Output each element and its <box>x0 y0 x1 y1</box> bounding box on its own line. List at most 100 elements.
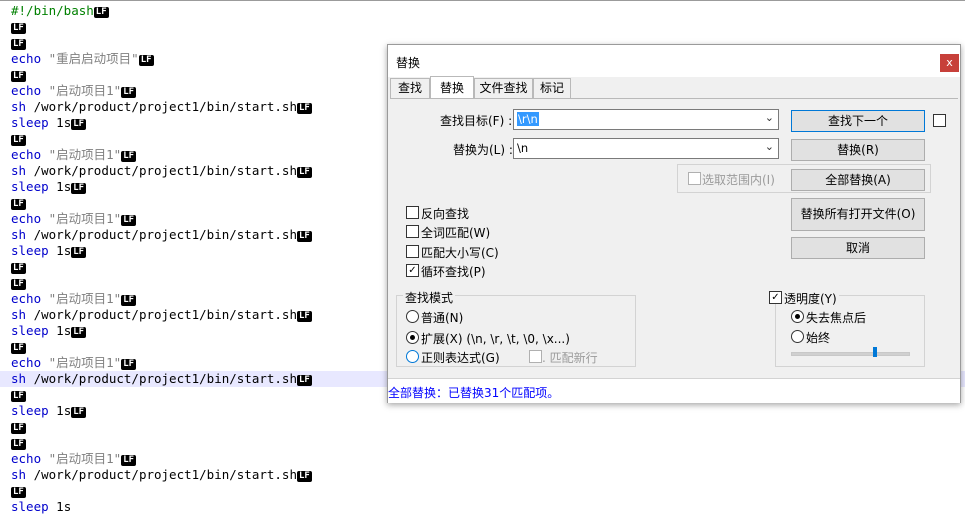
keyword-text: echo <box>11 451 42 466</box>
always-radio[interactable] <box>791 330 804 343</box>
line-feed-marker: LF <box>121 87 137 98</box>
checkmark-icon: ✓ <box>408 265 417 276</box>
line-feed-marker: LF <box>11 23 26 34</box>
editor-line[interactable]: LF <box>0 19 965 35</box>
on-lose-focus-label: 失去焦点后 <box>806 311 867 325</box>
line-feed-marker: LF <box>121 455 137 466</box>
string-text: "启动项目1" <box>41 83 122 98</box>
comment-text: #!/bin/bash <box>11 3 94 18</box>
argument-text: 1s <box>48 499 72 514</box>
keyword-text: echo <box>11 211 42 226</box>
replace-all-open-files-button[interactable]: 替换所有打开文件(O) <box>791 198 925 231</box>
string-text: "启动项目1" <box>41 355 122 370</box>
editor-line[interactable]: LF <box>0 483 965 499</box>
argument-text: /work/product/project1/bin/start.sh <box>26 307 297 322</box>
line-feed-marker: LF <box>297 231 312 242</box>
close-icon: x <box>946 56 953 69</box>
line-feed-marker: LF <box>93 7 109 18</box>
whole-word-checkbox[interactable] <box>406 225 419 238</box>
keyword-text: sh <box>11 371 27 386</box>
tab-find-label: 查找 <box>397 81 422 95</box>
close-button[interactable]: x <box>940 54 959 72</box>
transparency-title: 透明度(Y) <box>782 290 839 307</box>
argument-text: /work/product/project1/bin/start.sh <box>26 371 297 386</box>
match-case-checkbox[interactable] <box>406 245 419 258</box>
argument-text: 1s <box>48 243 72 258</box>
tab-mark[interactable]: 标记 <box>533 78 571 98</box>
line-feed-marker: LF <box>11 439 26 450</box>
line-feed-marker: LF <box>11 199 26 210</box>
status-bar: 全部替换：已替换31个匹配项。 <box>388 378 960 403</box>
extra-checkbox[interactable] <box>933 114 946 127</box>
regex-mode-radio[interactable] <box>406 350 419 363</box>
in-selection-label: 选取范围内(I) <box>702 173 775 187</box>
line-feed-marker: LF <box>138 55 154 66</box>
string-text: "启动项目1" <box>41 147 122 162</box>
cancel-button[interactable]: 取消 <box>791 237 925 259</box>
string-text: "启动项目1" <box>41 211 122 226</box>
find-input-value: \r\n <box>517 112 539 126</box>
replace-input[interactable]: \n ⌄ <box>513 138 779 159</box>
find-input[interactable]: \r\n ⌄ <box>513 109 779 130</box>
reverse-search-checkbox[interactable] <box>406 206 419 219</box>
tab-find[interactable]: 查找 <box>390 78 430 98</box>
line-feed-marker: LF <box>297 375 312 386</box>
find-next-button[interactable]: 查找下一个 <box>791 110 925 132</box>
transparency-checkbox[interactable]: ✓ <box>769 291 782 304</box>
line-feed-marker: LF <box>11 487 26 498</box>
in-selection-checkbox[interactable] <box>688 172 701 185</box>
argument-text: /work/product/project1/bin/start.sh <box>26 99 297 114</box>
dialog-titlebar[interactable]: 替换 x <box>388 45 960 77</box>
search-mode-title: 查找模式 <box>403 289 456 306</box>
tab-replace[interactable]: 替换 <box>430 76 474 99</box>
line-feed-marker: LF <box>121 359 137 370</box>
transparency-slider-thumb[interactable] <box>873 347 877 357</box>
line-feed-marker: LF <box>11 343 26 354</box>
extended-mode-radio[interactable] <box>406 331 419 344</box>
keyword-text: echo <box>11 51 42 66</box>
normal-mode-radio[interactable] <box>406 310 419 323</box>
chevron-down-icon[interactable]: ⌄ <box>765 111 774 124</box>
line-feed-marker: LF <box>71 119 87 130</box>
keyword-text: sleep <box>11 179 49 194</box>
keyword-text: sh <box>11 467 27 482</box>
editor-line[interactable]: sleep 1s <box>0 499 965 515</box>
replace-label: 替换为(L) : <box>453 143 513 157</box>
regex-mode-label: 正则表达式(G) <box>421 351 500 365</box>
always-label: 始终 <box>806 331 831 345</box>
editor-line[interactable]: #!/bin/bash LF <box>0 3 965 19</box>
line-feed-marker: LF <box>11 135 26 146</box>
replace-button[interactable]: 替换(R) <box>791 139 925 161</box>
dialog-title: 替换 <box>396 56 421 70</box>
keyword-text: sleep <box>11 323 49 338</box>
tab-divider <box>390 98 958 99</box>
argument-text: /work/product/project1/bin/start.sh <box>26 163 297 178</box>
keyword-text: sh <box>11 99 27 114</box>
dot-newline-checkbox[interactable] <box>529 350 542 363</box>
keyword-text: echo <box>11 83 42 98</box>
editor-line[interactable]: sleep 1s LF <box>0 403 965 419</box>
argument-text: 1s <box>48 115 72 130</box>
editor-line[interactable]: sh /work/product/project1/bin/start.sh LF <box>0 467 965 483</box>
editor-line[interactable]: LF <box>0 419 965 435</box>
argument-text: /work/product/project1/bin/start.sh <box>26 467 297 482</box>
on-lose-focus-radio[interactable] <box>791 310 804 323</box>
status-text: 全部替换：已替换31个匹配项。 <box>388 386 560 400</box>
keyword-text: echo <box>11 147 42 162</box>
editor-line[interactable]: echo "启动项目1" LF <box>0 451 965 467</box>
tab-find-in-files-label: 文件查找 <box>479 81 528 95</box>
wrap-around-checkbox[interactable]: ✓ <box>406 264 419 277</box>
line-feed-marker: LF <box>11 39 26 50</box>
chevron-down-icon[interactable]: ⌄ <box>765 140 774 153</box>
line-feed-marker: LF <box>121 151 137 162</box>
editor-top-border <box>0 0 965 1</box>
wrap-around-label: 循环查找(P) <box>421 265 486 279</box>
tab-find-in-files[interactable]: 文件查找 <box>474 78 533 98</box>
editor-line[interactable]: LF <box>0 435 965 451</box>
argument-text: 1s <box>48 179 72 194</box>
tab-mark-label: 标记 <box>539 81 564 95</box>
line-feed-marker: LF <box>71 327 87 338</box>
line-feed-marker: LF <box>71 407 87 418</box>
transparency-slider[interactable] <box>791 352 910 356</box>
replace-all-button[interactable]: 全部替换(A) <box>791 169 925 191</box>
